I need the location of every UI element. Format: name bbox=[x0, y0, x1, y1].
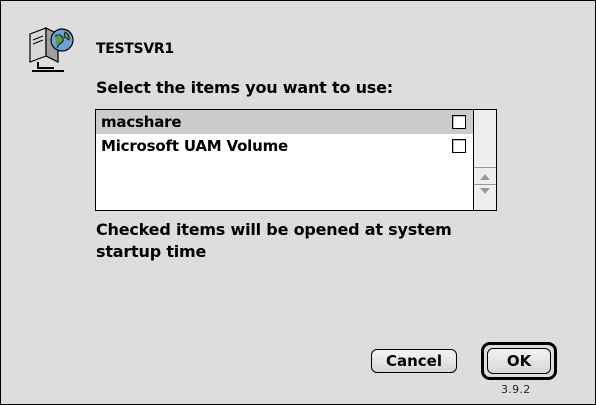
footnote-text: Checked items will be opened at system s… bbox=[96, 220, 452, 261]
prompt-text: Select the items you want to use: bbox=[96, 78, 393, 97]
server-volume-dialog: TESTSVR1 Select the items you want to us… bbox=[0, 0, 596, 405]
volume-list-items: macshare Microsoft UAM Volume bbox=[96, 110, 473, 210]
scroll-up-arrow-icon[interactable] bbox=[474, 167, 496, 185]
list-item-label: Microsoft UAM Volume bbox=[101, 137, 289, 155]
checkbox-microsoft-uam-volume[interactable] bbox=[452, 139, 466, 153]
ok-button[interactable]: OK bbox=[487, 348, 551, 374]
volume-list[interactable]: macshare Microsoft UAM Volume bbox=[95, 109, 497, 211]
list-item-macshare[interactable]: macshare bbox=[96, 110, 473, 134]
list-item-label: macshare bbox=[101, 113, 182, 131]
scroll-down-arrow-icon[interactable] bbox=[474, 184, 496, 210]
checkbox-macshare[interactable] bbox=[452, 115, 466, 129]
file-server-icon bbox=[24, 24, 76, 76]
list-item-microsoft-uam-volume[interactable]: Microsoft UAM Volume bbox=[96, 134, 473, 158]
vertical-scrollbar[interactable] bbox=[473, 110, 496, 210]
server-name: TESTSVR1 bbox=[96, 41, 174, 57]
cancel-button[interactable]: Cancel bbox=[371, 349, 457, 373]
version-label: 3.9.2 bbox=[501, 383, 531, 396]
